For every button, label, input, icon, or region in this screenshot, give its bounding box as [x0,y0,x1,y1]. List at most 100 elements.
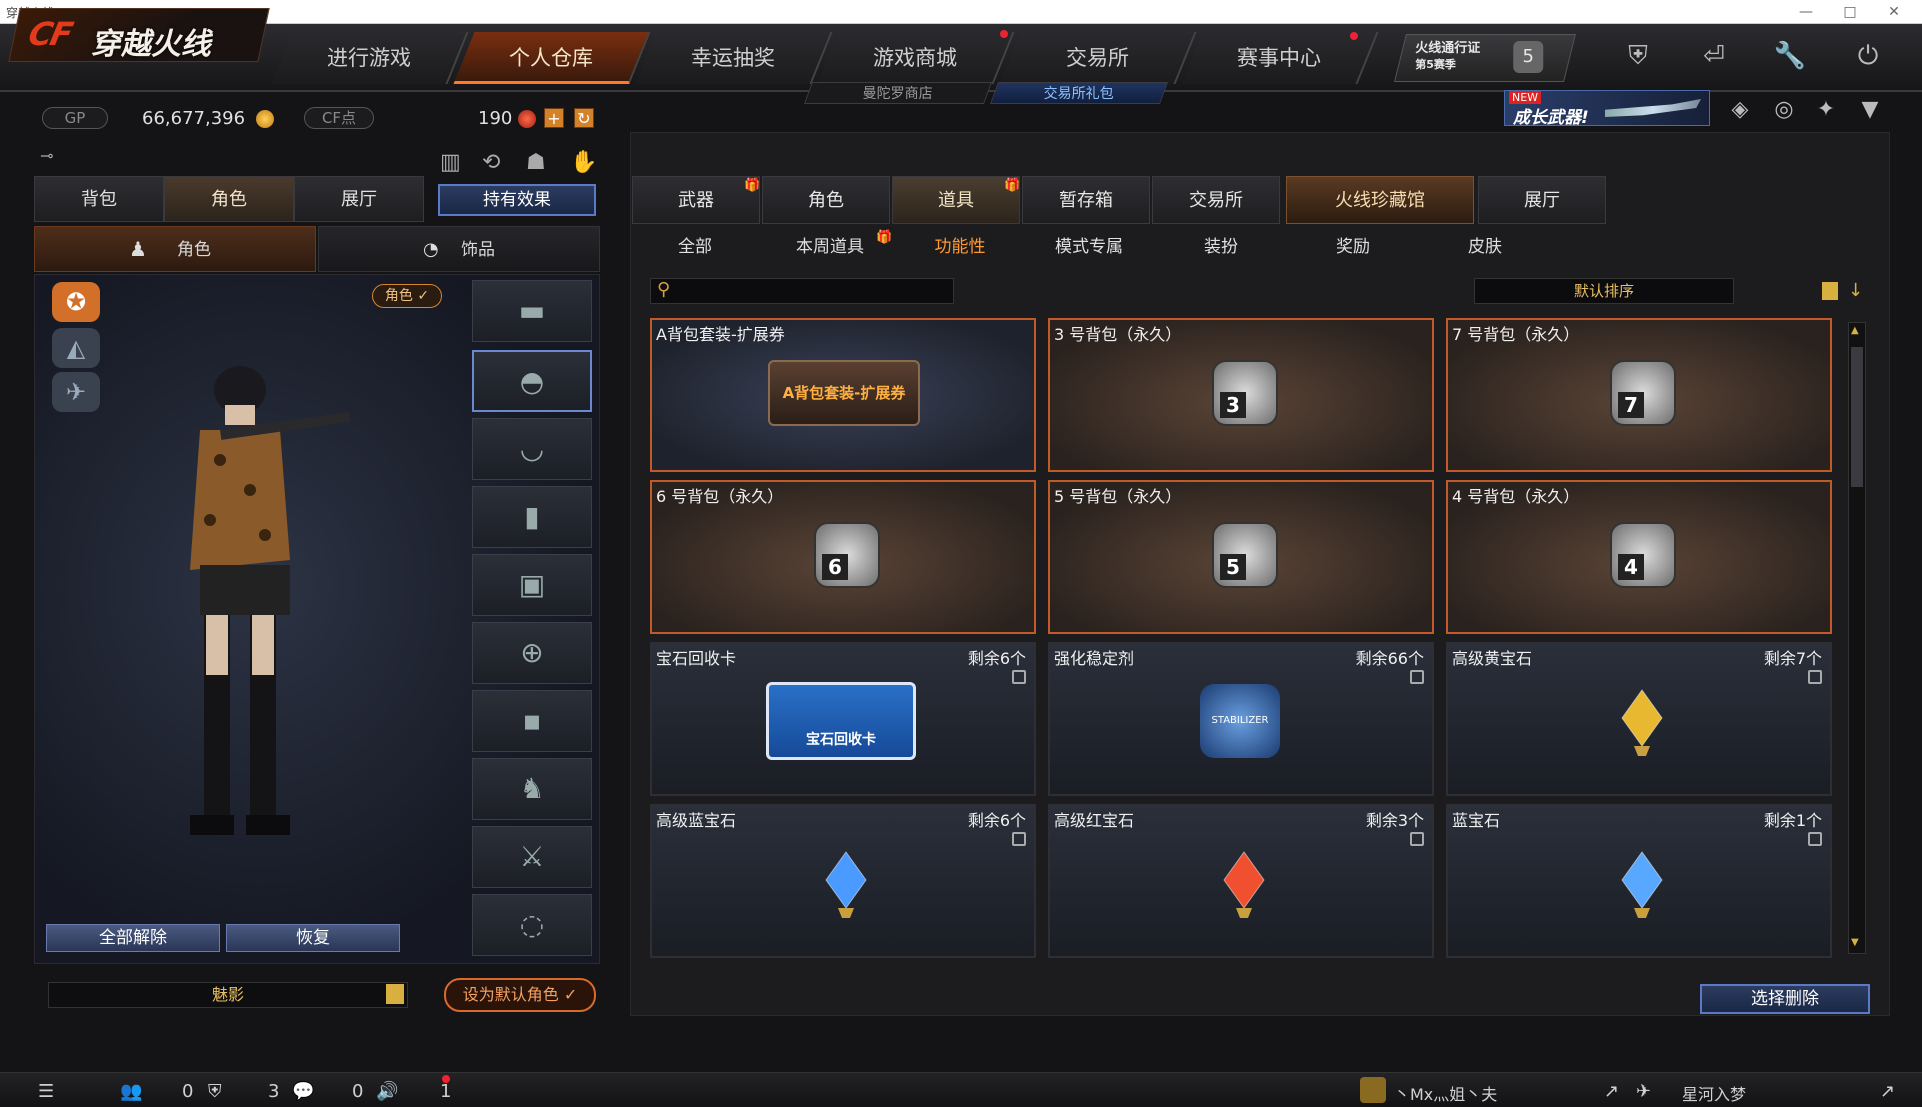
lock-icon[interactable] [1410,832,1424,846]
wing-icon[interactable]: ▼ [1850,90,1890,130]
unequip-all-button[interactable]: 全部解除 [46,924,220,952]
lock-icon[interactable] [1410,670,1424,684]
action-icon[interactable]: ✋ [570,150,597,175]
popout-icon[interactable]: ↗ [1604,1081,1619,1102]
filter-functional[interactable]: 功能性 [920,234,1000,260]
bird-icon[interactable]: ✈ [52,372,100,412]
nav-tab-exchange[interactable]: 交易所 [999,32,1197,84]
cat-treasure[interactable]: 火线珍藏馆 [1286,176,1474,224]
nav-tab-events[interactable]: 赛事中心 [1181,32,1379,84]
shield-icon[interactable]: ⛨ [1618,36,1658,76]
slot-helmet[interactable]: ◓ [472,350,592,412]
add-cf-button[interactable]: + [544,108,564,128]
gift-icon[interactable]: ✦ [1806,90,1846,130]
lock-icon[interactable] [1808,670,1822,684]
slot-backpack[interactable]: ▣ [472,554,592,616]
subtab-accessory[interactable]: ◔ 饰品 [318,226,600,272]
speaker-icon[interactable]: 🔊 [376,1081,398,1102]
nav-tab-play[interactable]: 进行游戏 [271,32,469,84]
chat-user[interactable]: 丶Mx灬姐丶夫 [1394,1081,1497,1105]
badge-icon[interactable]: ◈ [1720,90,1760,130]
popout-icon[interactable]: ↗ [1880,1081,1895,1102]
power-icon[interactable]: ⏻ [1848,36,1888,76]
tab-showroom[interactable]: 展厅 [294,176,424,222]
effects-button[interactable]: 持有效果 [438,184,596,216]
set-default-character-button[interactable]: 设为默认角色 ✓ [444,978,596,1012]
nav-tab-lottery[interactable]: 幸运抽奖 [635,32,833,84]
item-card[interactable]: 7 号背包（永久） 7 [1446,318,1832,472]
tab-backpack[interactable]: 背包 [34,176,164,222]
cat-weapons[interactable]: 武器 [632,176,760,224]
scroll-down-icon[interactable]: ▼ [1851,937,1859,948]
cat-roles[interactable]: 角色 [762,176,890,224]
nav-tab-inventory[interactable]: 个人仓库 [453,32,651,84]
list-icon[interactable] [386,984,404,1004]
refresh-cf-button[interactable]: ↻ [574,108,594,128]
pose-icon[interactable]: ☗ [526,150,546,175]
search-input[interactable]: ⚲ [650,278,954,304]
lock-icon[interactable] [1012,670,1026,684]
item-card[interactable]: 高级红宝石 剩余3个 [1048,804,1434,958]
lock-icon[interactable] [1012,832,1026,846]
item-card[interactable]: 蓝宝石 剩余1个 [1446,804,1832,958]
item-card[interactable]: 3 号背包（永久） 3 [1048,318,1434,472]
slot-knife[interactable]: ⚔ [472,826,592,888]
globe-icon[interactable]: ◎ [1764,90,1804,130]
friend-name[interactable]: 星河入梦 [1682,1081,1746,1105]
minimize-icon[interactable]: — [1786,1,1826,23]
item-card[interactable]: 5 号背包（永久） 5 [1048,480,1434,634]
item-card[interactable]: 强化稳定剂 剩余66个 STABILIZER [1048,642,1434,796]
slot-sniper-rifle[interactable]: ▬ [472,280,592,342]
close-icon[interactable]: ✕ [1874,1,1914,23]
eagle-icon[interactable]: ✪ [52,282,100,322]
scrollbar[interactable]: ▲ ▼ [1848,322,1866,954]
menu-icon[interactable]: ☰ [38,1081,54,1102]
subnav-exchange-gift[interactable]: 交易所礼包 [989,82,1169,104]
item-card[interactable]: 宝石回收卡 剩余6个 宝石回收卡 [650,642,1036,796]
sort-arrow-icon[interactable]: ↓ [1848,280,1863,301]
cat-items[interactable]: 道具 [892,176,1020,224]
battle-pass-badge[interactable]: 火线通行证 第5赛季 5 [1394,34,1576,82]
filter-costume[interactable]: 装扮 [1186,234,1256,260]
slot-vest[interactable]: ▮ [472,486,592,548]
item-card[interactable]: 高级黄宝石 剩余7个 [1446,642,1832,796]
subtab-character[interactable]: ♟ 角色 [34,226,316,272]
sort-list-icon[interactable] [1822,282,1838,300]
stats-icon[interactable]: ▥ [440,150,461,175]
key-icon[interactable]: ⊸ [40,146,53,165]
promo-banner[interactable]: NEW 成长武器! [1504,90,1710,128]
item-card[interactable]: 高级蓝宝石 剩余6个 [650,804,1036,958]
item-card[interactable]: A背包套装-扩展券 A背包套装-扩展券 [650,318,1036,472]
item-card[interactable]: 4 号背包（永久） 4 [1446,480,1832,634]
clan-icon[interactable]: ⛨ [208,1081,222,1102]
slot-dragon-emblem[interactable]: ♞ [472,758,592,820]
wrench-icon[interactable]: 🔧 [1770,36,1810,76]
filter-skin[interactable]: 皮肤 [1450,234,1520,260]
slot-goggles[interactable]: ◡ [472,418,592,480]
nav-tab-shop[interactable]: 游戏商城 [817,32,1015,84]
tab-character[interactable]: 角色 [164,176,294,222]
friends-icon[interactable]: 👥 [120,1081,142,1102]
scroll-up-icon[interactable]: ▲ [1851,325,1859,336]
chat-icon[interactable]: 💬 [292,1081,314,1102]
restore-button[interactable]: 恢复 [226,924,400,952]
slot-grenade[interactable]: ⊕ [472,622,592,684]
cat-showroom[interactable]: 展厅 [1478,176,1606,224]
mask-icon[interactable]: ◭ [52,328,100,368]
filter-all[interactable]: 全部 [660,234,730,260]
filter-reward[interactable]: 奖励 [1318,234,1388,260]
sort-select[interactable]: 默认排序 [1474,278,1734,304]
slot-empty[interactable]: ▪ [472,690,592,752]
item-card[interactable]: 6 号背包（永久） 6 [650,480,1036,634]
lock-icon[interactable] [1808,832,1822,846]
filter-mode[interactable]: 模式专属 [1044,234,1134,260]
subnav-mandala-shop[interactable]: 曼陀罗商店 [803,82,993,104]
maximize-icon[interactable]: □ [1830,1,1870,23]
scrollbar-thumb[interactable] [1851,347,1863,487]
return-icon[interactable]: ⏎ [1694,36,1734,76]
rotate-icon[interactable]: ⟲ [482,150,500,175]
cat-exchange[interactable]: 交易所 [1152,176,1280,224]
role-tag[interactable]: 角色 ✓ [372,284,442,308]
select-delete-button[interactable]: 选择删除 [1700,984,1870,1014]
cat-storage[interactable]: 暂存箱 [1022,176,1150,224]
